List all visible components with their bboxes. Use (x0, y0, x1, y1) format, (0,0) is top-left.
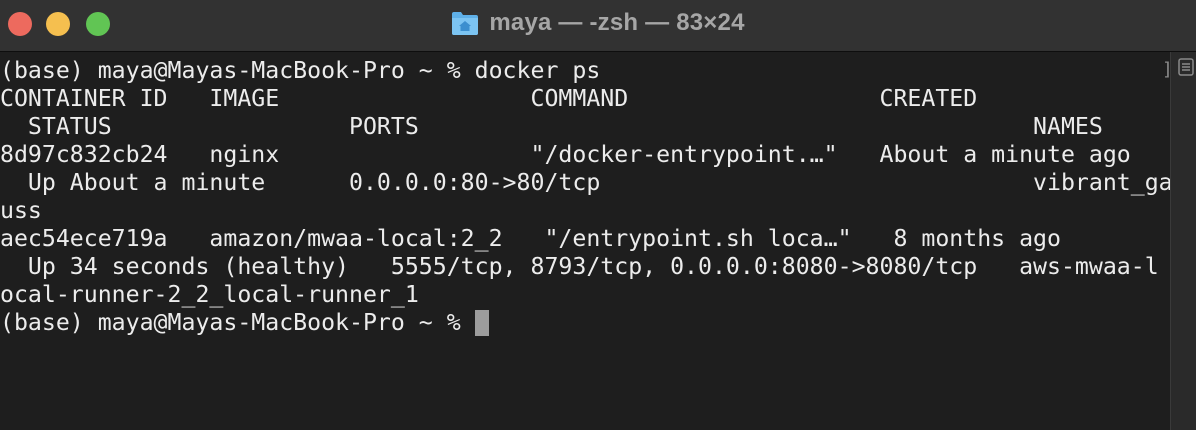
scroll-marker: ] (1162, 59, 1173, 80)
scrollbar[interactable] (1170, 52, 1196, 430)
terminal-line: CONTAINER ID IMAGE COMMAND CREATED (0, 85, 978, 112)
shell-prompt: (base) maya@Mayas-MacBook-Pro ~ % (0, 309, 475, 336)
sidebar-toggle-icon[interactable] (1178, 58, 1194, 76)
terminal-window: maya — -zsh — 83×24 (base) maya@Mayas-Ma… (0, 0, 1196, 430)
terminal-line: aec54ece719a amazon/mwaa-local:2_2 "/ent… (0, 225, 1061, 252)
terminal-line: (base) maya@Mayas-MacBook-Pro ~ % docker… (0, 57, 601, 84)
terminal-line: Up 34 seconds (healthy) 5555/tcp, 8793/t… (0, 253, 1159, 280)
text-cursor (474, 310, 489, 336)
terminal-line: Up About a minute 0.0.0.0:80->80/tcp vib… (0, 169, 1170, 196)
prompt-line[interactable]: (base) maya@Mayas-MacBook-Pro ~ % (0, 309, 1170, 337)
title-bar[interactable]: maya — -zsh — 83×24 (0, 0, 1196, 52)
terminal-line: uss (0, 197, 42, 224)
terminal-output[interactable]: (base) maya@Mayas-MacBook-Pro ~ % docker… (0, 57, 1170, 430)
window-title: maya — -zsh — 83×24 (489, 9, 745, 36)
terminal-line: STATUS PORTS NAMES (0, 113, 1103, 140)
terminal-line: 8d97c832cb24 nginx "/docker-entrypoint.…… (0, 141, 1131, 168)
window-title-area: maya — -zsh — 83×24 (0, 0, 1196, 46)
home-folder-icon (452, 12, 479, 35)
terminal-line: ocal-runner-2_2_local-runner_1 (0, 281, 419, 308)
